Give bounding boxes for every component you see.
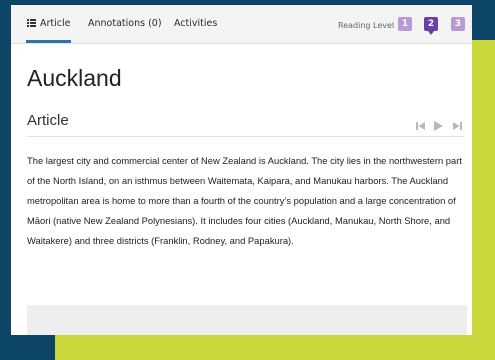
- play-icon[interactable]: [434, 121, 443, 131]
- audio-controls: [416, 121, 466, 133]
- skip-back-icon[interactable]: [416, 121, 425, 131]
- reading-level-1-button[interactable]: 1: [398, 17, 412, 31]
- article-body: The largest city and commercial center o…: [27, 155, 462, 246]
- tab-annotations[interactable]: Annotations (0): [88, 18, 162, 29]
- skip-forward-icon[interactable]: [453, 121, 462, 131]
- section-divider: [27, 136, 464, 137]
- content-placeholder-box: [27, 305, 467, 335]
- selected-level-pointer: [428, 31, 434, 35]
- section-heading: Article: [27, 112, 69, 129]
- page-title: Auckland: [27, 65, 122, 91]
- reading-level-3-button[interactable]: 3: [451, 17, 465, 31]
- tab-article[interactable]: Article: [27, 18, 70, 29]
- list-icon: [27, 19, 36, 27]
- reading-level-2-button[interactable]: 2: [424, 17, 438, 31]
- tab-bar: Article Annotations (0) Activities Readi…: [11, 5, 472, 44]
- reading-level-label: Reading Level: [338, 21, 395, 30]
- active-tab-indicator: [26, 40, 71, 43]
- tab-article-label: Article: [40, 18, 71, 29]
- tab-activities[interactable]: Activities: [174, 18, 217, 29]
- article-panel: Article Annotations (0) Activities Readi…: [11, 5, 472, 335]
